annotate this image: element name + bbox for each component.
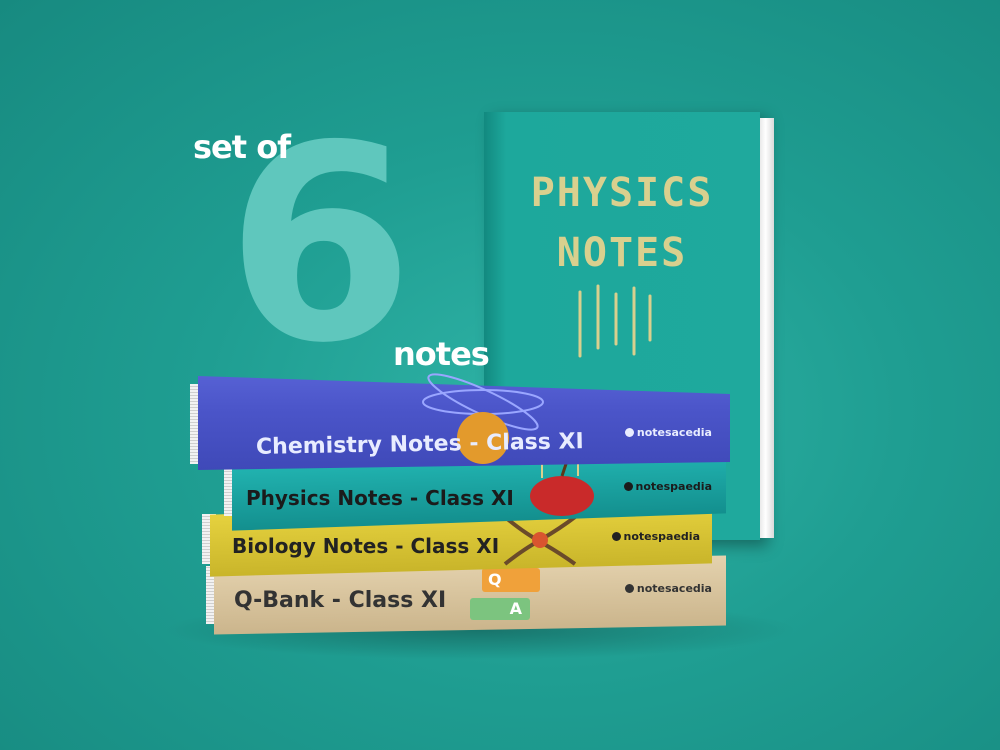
book-title-line1: PHYSICS [530, 170, 714, 216]
promo-prefix: set of [193, 128, 291, 166]
brand-logo: notespaedia [623, 480, 712, 493]
brand-logo: notesacedia [624, 582, 712, 595]
book-pages [760, 118, 774, 538]
apple-graphic [530, 462, 594, 516]
book-title: Biology Notes - Class XI [232, 534, 500, 558]
book-title: Physics Notes - Class XI [246, 486, 514, 510]
brand-logo: notesacedia [624, 426, 712, 439]
book-chemistry: Chemistry Notes - Class XI notesacedia [190, 370, 730, 470]
book-title: Q-Bank - Class XI [234, 588, 447, 613]
question-bubble-icon: Q [482, 568, 540, 592]
answer-bubble-icon: A [470, 598, 530, 620]
promo-suffix: notes [393, 335, 490, 373]
brand-logo: notespaedia [611, 530, 700, 543]
book-title-line2: NOTES [556, 230, 688, 276]
drip-lines-graphic [578, 284, 652, 358]
